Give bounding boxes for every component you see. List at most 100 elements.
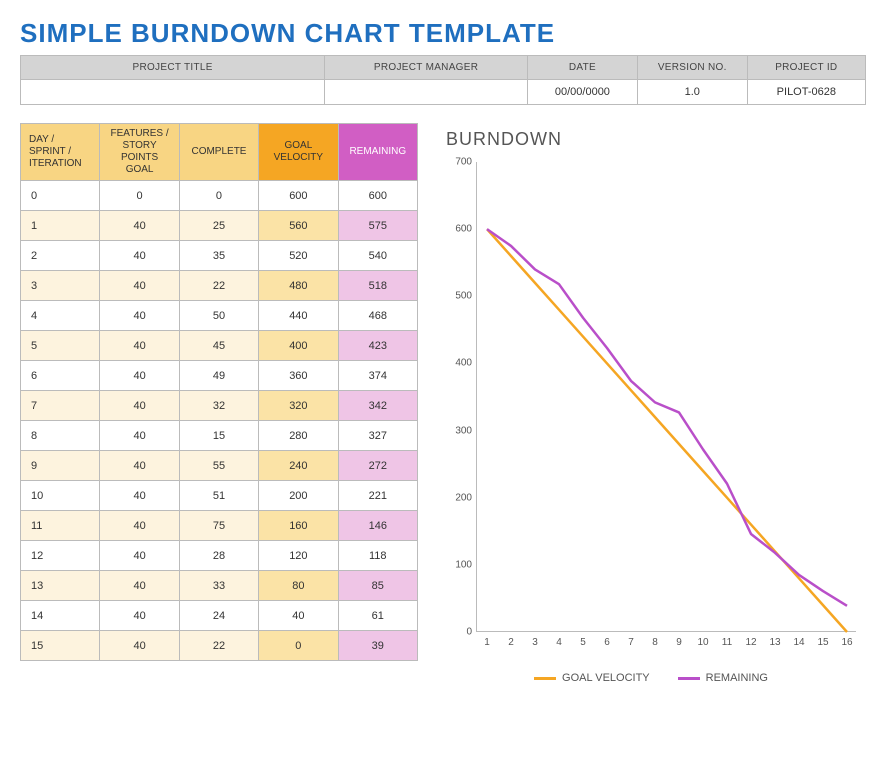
cell-goal[interactable]: 40 (100, 391, 179, 421)
cell-remaining[interactable]: 600 (338, 181, 417, 211)
cell-remaining[interactable]: 39 (338, 631, 417, 661)
cell-remaining[interactable]: 342 (338, 391, 417, 421)
cell-day[interactable]: 7 (21, 391, 100, 421)
cell-remaining[interactable]: 85 (338, 571, 417, 601)
cell-goal[interactable]: 40 (100, 511, 179, 541)
cell-complete[interactable]: 49 (179, 361, 258, 391)
cell-complete[interactable]: 22 (179, 271, 258, 301)
cell-remaining[interactable]: 518 (338, 271, 417, 301)
cell-remaining[interactable]: 374 (338, 361, 417, 391)
cell-day[interactable]: 13 (21, 571, 100, 601)
cell-velocity[interactable]: 440 (259, 301, 338, 331)
cell-goal[interactable]: 40 (100, 421, 179, 451)
cell-day[interactable]: 9 (21, 451, 100, 481)
x-tick-label: 10 (697, 637, 708, 648)
cell-goal[interactable]: 40 (100, 451, 179, 481)
cell-day[interactable]: 5 (21, 331, 100, 361)
x-tick-label: 9 (676, 637, 682, 648)
cell-day[interactable]: 10 (21, 481, 100, 511)
cell-day[interactable]: 12 (21, 541, 100, 571)
cell-remaining[interactable]: 272 (338, 451, 417, 481)
project-manager-value[interactable] (325, 80, 528, 105)
cell-day[interactable]: 0 (21, 181, 100, 211)
cell-velocity[interactable]: 520 (259, 241, 338, 271)
cell-velocity[interactable]: 240 (259, 451, 338, 481)
cell-day[interactable]: 4 (21, 301, 100, 331)
cell-complete[interactable]: 24 (179, 601, 258, 631)
cell-remaining[interactable]: 118 (338, 541, 417, 571)
project-title-header: PROJECT TITLE (21, 56, 325, 80)
cell-velocity[interactable]: 0 (259, 631, 338, 661)
cell-remaining[interactable]: 575 (338, 211, 417, 241)
y-tick-label: 700 (436, 157, 472, 168)
cell-remaining[interactable]: 61 (338, 601, 417, 631)
col-remaining-header: REMAINING (338, 124, 417, 181)
cell-complete[interactable]: 51 (179, 481, 258, 511)
cell-complete[interactable]: 15 (179, 421, 258, 451)
cell-complete[interactable]: 25 (179, 211, 258, 241)
cell-complete[interactable]: 50 (179, 301, 258, 331)
y-tick-label: 400 (436, 358, 472, 369)
project-title-value[interactable] (21, 80, 325, 105)
cell-complete[interactable]: 32 (179, 391, 258, 421)
cell-goal[interactable]: 40 (100, 631, 179, 661)
cell-day[interactable]: 15 (21, 631, 100, 661)
x-tick-label: 13 (769, 637, 780, 648)
table-row: 104051200221 (21, 481, 418, 511)
y-tick-label: 500 (436, 291, 472, 302)
table-row: 000600600 (21, 181, 418, 211)
cell-day[interactable]: 6 (21, 361, 100, 391)
cell-velocity[interactable]: 160 (259, 511, 338, 541)
chart-legend: GOAL VELOCITY REMAINING (436, 672, 866, 684)
cell-day[interactable]: 2 (21, 241, 100, 271)
cell-complete[interactable]: 0 (179, 181, 258, 211)
cell-velocity[interactable]: 200 (259, 481, 338, 511)
chart-series-line (487, 229, 847, 632)
cell-day[interactable]: 11 (21, 511, 100, 541)
cell-day[interactable]: 1 (21, 211, 100, 241)
cell-complete[interactable]: 55 (179, 451, 258, 481)
table-row: 34022480518 (21, 271, 418, 301)
x-tick-label: 2 (508, 637, 514, 648)
cell-remaining[interactable]: 540 (338, 241, 417, 271)
cell-goal[interactable]: 0 (100, 181, 179, 211)
table-row: 14025560575 (21, 211, 418, 241)
project-date-value[interactable]: 00/00/0000 (527, 80, 637, 105)
cell-goal[interactable]: 40 (100, 241, 179, 271)
project-version-value[interactable]: 1.0 (637, 80, 747, 105)
cell-complete[interactable]: 45 (179, 331, 258, 361)
cell-velocity[interactable]: 360 (259, 361, 338, 391)
cell-complete[interactable]: 75 (179, 511, 258, 541)
cell-complete[interactable]: 33 (179, 571, 258, 601)
cell-complete[interactable]: 35 (179, 241, 258, 271)
cell-velocity[interactable]: 600 (259, 181, 338, 211)
cell-velocity[interactable]: 80 (259, 571, 338, 601)
cell-day[interactable]: 3 (21, 271, 100, 301)
cell-velocity[interactable]: 480 (259, 271, 338, 301)
cell-goal[interactable]: 40 (100, 601, 179, 631)
cell-remaining[interactable]: 221 (338, 481, 417, 511)
cell-velocity[interactable]: 320 (259, 391, 338, 421)
cell-goal[interactable]: 40 (100, 211, 179, 241)
cell-goal[interactable]: 40 (100, 331, 179, 361)
cell-goal[interactable]: 40 (100, 361, 179, 391)
cell-remaining[interactable]: 468 (338, 301, 417, 331)
cell-remaining[interactable]: 327 (338, 421, 417, 451)
cell-goal[interactable]: 40 (100, 571, 179, 601)
cell-complete[interactable]: 22 (179, 631, 258, 661)
cell-day[interactable]: 8 (21, 421, 100, 451)
cell-velocity[interactable]: 120 (259, 541, 338, 571)
cell-goal[interactable]: 40 (100, 301, 179, 331)
cell-complete[interactable]: 28 (179, 541, 258, 571)
cell-remaining[interactable]: 146 (338, 511, 417, 541)
cell-velocity[interactable]: 400 (259, 331, 338, 361)
cell-velocity[interactable]: 560 (259, 211, 338, 241)
cell-velocity[interactable]: 280 (259, 421, 338, 451)
cell-day[interactable]: 14 (21, 601, 100, 631)
cell-remaining[interactable]: 423 (338, 331, 417, 361)
project-id-value[interactable]: PILOT-0628 (747, 80, 865, 105)
cell-goal[interactable]: 40 (100, 481, 179, 511)
cell-goal[interactable]: 40 (100, 541, 179, 571)
cell-goal[interactable]: 40 (100, 271, 179, 301)
cell-velocity[interactable]: 40 (259, 601, 338, 631)
